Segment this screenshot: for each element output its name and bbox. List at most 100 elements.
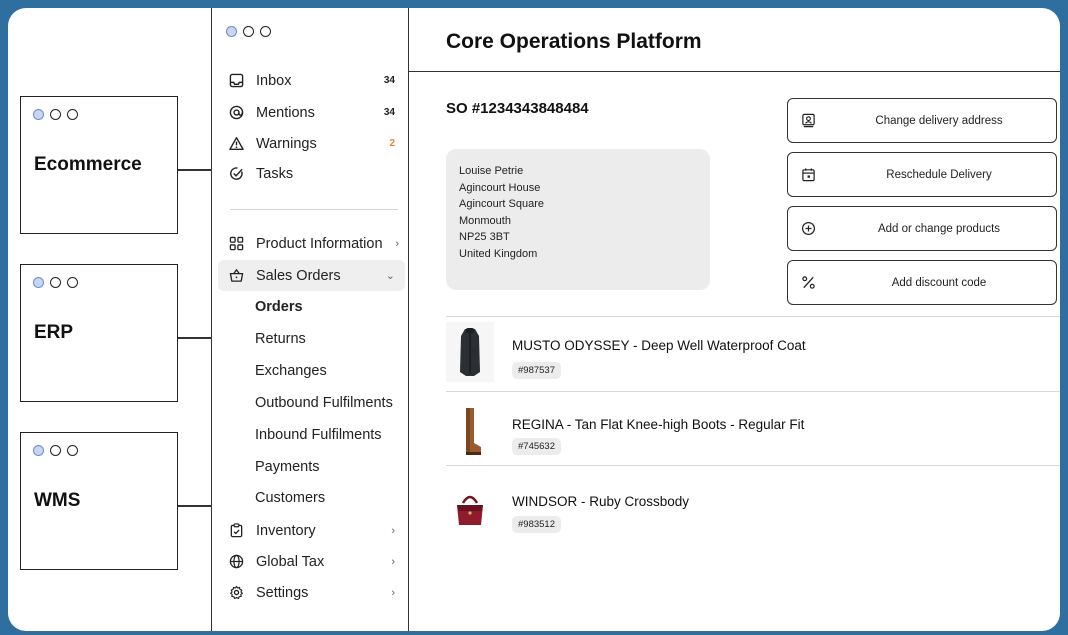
boots-image	[466, 408, 481, 455]
sidebar-item-warnings[interactable]: Warnings 2	[218, 128, 405, 159]
window-dot	[67, 109, 78, 120]
calendar-icon	[800, 166, 816, 182]
inbox-icon	[228, 73, 244, 89]
button-label: Change delivery address	[875, 114, 1003, 127]
chevron-right-icon: ›	[395, 237, 399, 250]
add-discount-code-button[interactable]: Add discount code	[787, 260, 1057, 305]
window-dot	[50, 277, 61, 288]
sidebar-divider	[230, 209, 398, 210]
product-thumbnail	[446, 322, 494, 382]
window-dot	[67, 445, 78, 456]
sidebar-item-label: Global Tax	[256, 553, 325, 570]
at-sign-icon	[228, 105, 244, 121]
sidebar-item-label: Warnings	[256, 135, 317, 152]
bag-image	[457, 495, 483, 525]
button-label: Add or change products	[877, 222, 1001, 235]
sidebar-subitem-outbound-fulfilments[interactable]: Outbound Fulfilments	[255, 395, 393, 411]
sidebar-item-mentions[interactable]: Mentions 34	[218, 97, 405, 128]
product-row[interactable]: WINDSOR - Ruby Crossbody #983512	[446, 471, 1060, 544]
sidebar-subitem-payments[interactable]: Payments	[255, 459, 319, 475]
percent-icon	[800, 274, 816, 290]
warnings-count-badge: 2	[389, 138, 395, 149]
product-row[interactable]: MUSTO ODYSSEY - Deep Well Waterproof Coa…	[446, 322, 1060, 395]
system-label: ERP	[34, 322, 74, 343]
sidebar-subitem-inbound-fulfilments[interactable]: Inbound Fulfilments	[255, 427, 382, 443]
product-name: REGINA - Tan Flat Knee-high Boots - Regu…	[512, 417, 805, 432]
mentions-count-badge: 34	[383, 107, 395, 118]
diagram-frame: Ecommerce ERP WMS Inbox 34 Mentions 34 W…	[8, 8, 1060, 631]
main-panel: Core Operations Platform SO #12343438484…	[409, 8, 1060, 631]
window-dot[interactable]	[260, 26, 271, 37]
row-divider	[446, 465, 1060, 466]
ecommerce-system-box: Ecommerce	[20, 96, 178, 234]
window-dot	[33, 445, 44, 456]
sidebar-item-settings[interactable]: Settings ›	[218, 577, 405, 608]
gear-icon	[228, 585, 244, 601]
window-dots	[33, 277, 78, 288]
plus-circle-icon	[800, 220, 816, 236]
button-label: Add discount code	[891, 276, 987, 289]
sku-badge: #983512	[512, 516, 561, 533]
window-dot	[33, 109, 44, 120]
sidebar-item-global-tax[interactable]: Global Tax ›	[218, 546, 405, 577]
change-delivery-address-button[interactable]: Change delivery address	[787, 98, 1057, 143]
sidebar-item-sales-orders[interactable]: Sales Orders ⌄	[218, 260, 405, 291]
basket-icon	[228, 268, 244, 284]
sidebar: Inbox 34 Mentions 34 Warnings 2 Tasks Pr…	[211, 8, 409, 631]
sidebar-subitem-customers[interactable]: Customers	[255, 490, 325, 506]
sidebar-item-label: Inbox	[256, 72, 292, 89]
sidebar-subitem-returns[interactable]: Returns	[255, 331, 306, 347]
product-row[interactable]: REGINA - Tan Flat Knee-high Boots - Regu…	[446, 397, 1060, 470]
add-or-change-products-button[interactable]: Add or change products	[787, 206, 1057, 251]
sidebar-item-product-information[interactable]: Product Information ›	[218, 228, 405, 259]
inbox-count-badge: 34	[383, 75, 395, 86]
grid-icon	[228, 236, 244, 252]
erp-system-box: ERP	[20, 264, 178, 402]
window-dot	[50, 445, 61, 456]
warning-triangle-icon	[228, 136, 244, 152]
sidebar-subitem-orders[interactable]: Orders	[255, 299, 303, 315]
window-dot	[33, 277, 44, 288]
window-dot[interactable]	[243, 26, 254, 37]
connector-line	[178, 505, 211, 507]
product-name: MUSTO ODYSSEY - Deep Well Waterproof Coa…	[512, 338, 806, 353]
wms-system-box: WMS	[20, 432, 178, 570]
button-label: Reschedule Delivery	[886, 168, 992, 181]
page-title: Core Operations Platform	[446, 30, 702, 53]
window-dot	[50, 109, 61, 120]
sidebar-subitem-exchanges[interactable]: Exchanges	[255, 363, 327, 379]
address-line: United Kingdom	[459, 247, 538, 260]
sidebar-item-tasks[interactable]: Tasks	[218, 158, 405, 189]
sidebar-item-label: Mentions	[256, 104, 315, 121]
tasks-check-icon	[228, 166, 244, 182]
sku-badge: #987537	[512, 362, 561, 379]
sidebar-item-label: Tasks	[256, 165, 294, 182]
window-dots	[33, 445, 78, 456]
address-line: Louise Petrie	[459, 165, 524, 177]
address-line: NP25 3BT	[459, 231, 510, 244]
chevron-right-icon: ›	[391, 524, 395, 537]
product-thumbnail	[446, 479, 494, 539]
system-label: Ecommerce	[34, 154, 142, 175]
connector-line	[178, 169, 211, 171]
delivery-address-card: Louise Petrie Agincourt House Agincourt …	[446, 149, 710, 290]
chevron-down-icon: ⌄	[385, 270, 395, 282]
window-dot[interactable]	[226, 26, 237, 37]
address-line: Agincourt Square	[459, 198, 544, 211]
address-line: Agincourt House	[459, 181, 541, 194]
row-divider	[446, 316, 1060, 317]
chevron-right-icon: ›	[391, 586, 395, 599]
coat-image	[460, 328, 480, 376]
window-dots	[226, 26, 271, 37]
connector-line	[178, 337, 211, 339]
globe-icon	[228, 554, 244, 570]
window-dots	[33, 109, 78, 120]
sidebar-item-inbox[interactable]: Inbox 34	[218, 65, 405, 96]
top-bar: Core Operations Platform	[409, 8, 1060, 72]
clipboard-icon	[228, 523, 244, 539]
sku-badge: #745632	[512, 438, 561, 455]
sales-order-number: SO #1234343848484	[446, 100, 589, 117]
sidebar-item-label: Settings	[256, 584, 309, 601]
sidebar-item-inventory[interactable]: Inventory ›	[218, 515, 405, 546]
reschedule-delivery-button[interactable]: Reschedule Delivery	[787, 152, 1057, 197]
